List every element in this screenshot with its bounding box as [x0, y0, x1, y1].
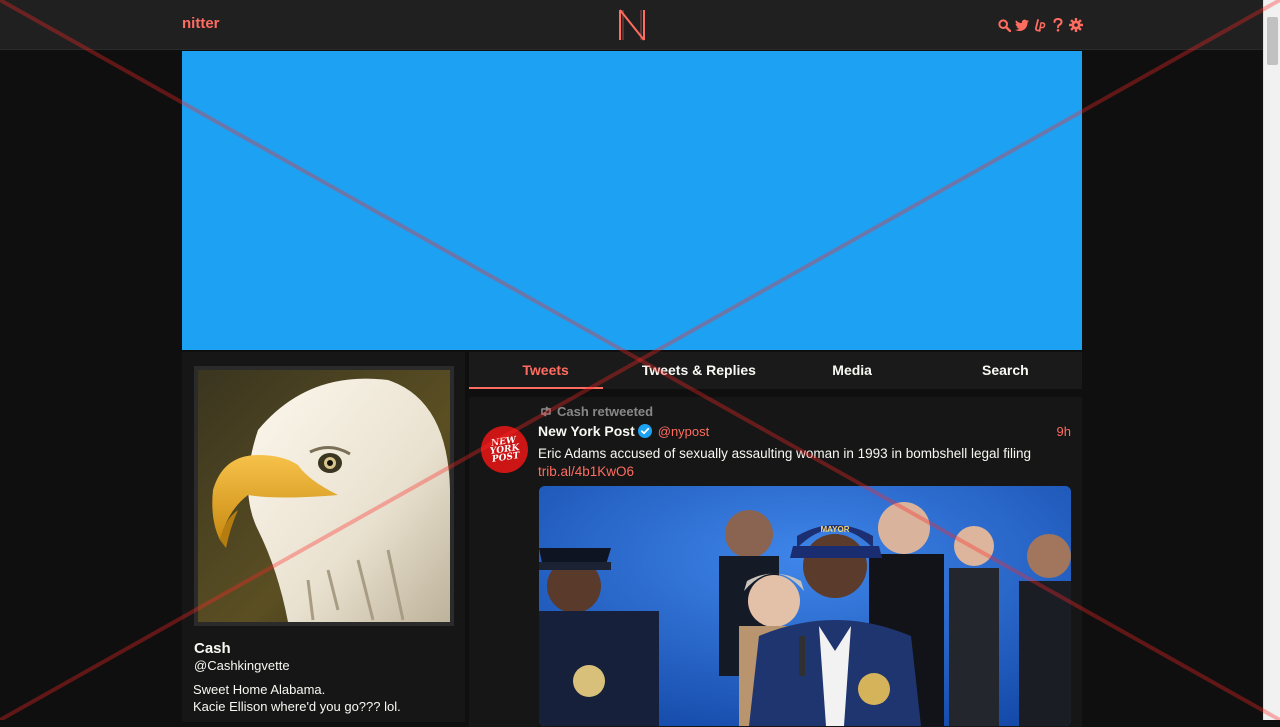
twitter-bird-icon[interactable]	[1015, 18, 1029, 32]
eagle-image	[198, 370, 450, 622]
retweet-header: Cash retweeted	[539, 404, 653, 419]
tweet-fullname[interactable]: New York Post	[538, 423, 635, 439]
tweet-header: New York Post @nypost 9h	[538, 423, 1071, 439]
tweet-body: Eric Adams accused of sexually assaultin…	[538, 446, 1032, 461]
tweet-username[interactable]: @nypost	[658, 424, 710, 439]
page-scrollbar[interactable]	[1263, 0, 1280, 720]
scrollbar-thumb[interactable]	[1267, 17, 1278, 65]
tab-tweets[interactable]: Tweets	[469, 352, 622, 389]
svg-text:MAYOR: MAYOR	[820, 525, 849, 534]
brand-link[interactable]: nitter	[182, 15, 220, 32]
help-icon[interactable]	[1051, 18, 1065, 32]
bio-line: Sweet Home Alabama.	[193, 682, 326, 697]
verified-badge-icon	[637, 424, 652, 438]
nav-icons	[997, 14, 1083, 36]
profile-card: Cash @Cashkingvette Sweet Home Alabama. …	[182, 352, 465, 722]
search-icon[interactable]	[997, 18, 1011, 32]
profile-name[interactable]: Cash	[194, 640, 231, 657]
navbar: nitter	[0, 0, 1263, 50]
tweet-date[interactable]: 9h	[1057, 424, 1071, 439]
tweet-link[interactable]: trib.al/4b1KwO6	[538, 464, 634, 479]
profile-avatar[interactable]	[194, 366, 454, 626]
retweet-icon	[541, 406, 551, 417]
tweet-text: Eric Adams accused of sexually assaultin…	[538, 445, 1071, 481]
tweet-media-image[interactable]: MAYOR	[539, 486, 1071, 726]
bio-line: Kacie Ellison where'd you go??? lol.	[193, 699, 401, 714]
tab-tweets-replies[interactable]: Tweets & Replies	[622, 352, 775, 389]
retweet-label: Cash retweeted	[557, 404, 654, 419]
profile-banner[interactable]	[182, 51, 1082, 350]
tab-search[interactable]: Search	[929, 352, 1082, 389]
profile-bio: Sweet Home Alabama. Kacie Ellison where'…	[193, 681, 401, 715]
tweet-avatar[interactable]: NEW YORK POST	[481, 426, 528, 473]
settings-gear-icon[interactable]	[1069, 18, 1083, 32]
profile-handle[interactable]: @Cashkingvette	[194, 658, 290, 673]
press-conference-photo: MAYOR	[539, 486, 1071, 726]
liberapay-icon[interactable]	[1033, 18, 1047, 32]
nitter-logo-icon[interactable]	[617, 8, 647, 42]
timeline-tabs: Tweets Tweets & Replies Media Search	[469, 352, 1082, 389]
tab-media[interactable]: Media	[776, 352, 929, 389]
nypost-logo: NEW YORK POST	[488, 435, 521, 464]
timeline: Cash retweeted NEW YORK POST New York Po…	[469, 397, 1082, 727]
